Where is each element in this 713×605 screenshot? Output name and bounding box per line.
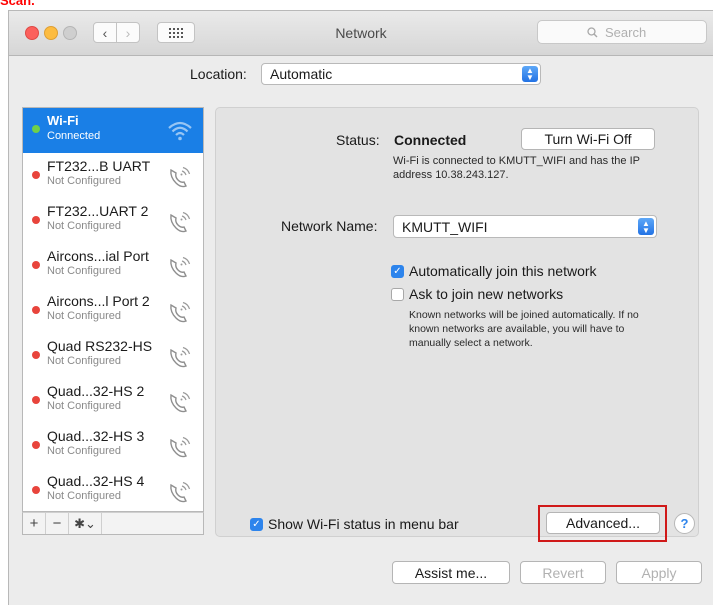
add-service-button[interactable]: +: [23, 513, 46, 534]
auto-join-checkbox[interactable]: ✓ Automatically join this network: [391, 263, 597, 279]
ask-join-label: Ask to join new networks: [409, 286, 564, 302]
service-item[interactable]: Aircons...ial Port Not Configured: [23, 243, 203, 288]
status-label: Status:: [336, 132, 380, 148]
service-name: Quad...32-HS 3: [47, 428, 145, 444]
assist-me-button[interactable]: Assist me...: [392, 561, 510, 584]
phone-icon: [167, 433, 193, 459]
service-name: Quad...32-HS 2: [47, 383, 145, 399]
service-item[interactable]: Quad...32-HS 3 Not Configured: [23, 423, 203, 468]
service-status: Not Configured: [47, 175, 121, 187]
service-name: Wi-Fi: [47, 113, 79, 128]
remove-service-button[interactable]: −: [46, 513, 69, 534]
popup-arrows-icon: ▲ ▼: [522, 66, 538, 82]
show-status-label: Show Wi-Fi status in menu bar: [268, 516, 459, 532]
network-name-popup[interactable]: KMUTT_WIFI ▲ ▼: [393, 215, 657, 238]
service-status: Not Configured: [47, 310, 121, 322]
network-name-value: KMUTT_WIFI: [402, 218, 488, 235]
phone-icon: [167, 343, 193, 369]
status-description: Wi-Fi is connected to KMUTT_WIFI and has…: [393, 155, 640, 181]
checkmark-icon: ✓: [250, 517, 263, 531]
service-name: Aircons...l Port 2: [47, 293, 150, 309]
service-list-toolbar: + − ✱⌄: [22, 512, 204, 535]
status-dot: [32, 441, 40, 449]
service-name: Quad...32-HS 4: [47, 473, 145, 489]
show-wifi-status-checkbox[interactable]: ✓ Show Wi-Fi status in menu bar: [250, 516, 459, 532]
ask-join-description: Known networks will be joined automatica…: [409, 309, 639, 349]
service-status: Not Configured: [47, 265, 121, 277]
wifi-icon: [167, 118, 193, 144]
wifi-detail-panel: Status: Connected Turn Wi-Fi Off Wi-Fi i…: [215, 107, 699, 542]
service-item[interactable]: Quad...32-HS 4 Not Configured: [23, 468, 203, 511]
service-status: Not Configured: [47, 355, 121, 367]
location-popup[interactable]: Automatic ▲ ▼: [261, 63, 541, 85]
help-button[interactable]: ?: [674, 513, 695, 534]
location-label: Location:: [190, 66, 247, 82]
service-item[interactable]: Quad RS232-HS Not Configured: [23, 333, 203, 378]
checkmark-icon: ✓: [391, 264, 404, 278]
cropped-caption: Scan.: [0, 0, 713, 10]
status-dot: [32, 351, 40, 359]
auto-join-label: Automatically join this network: [409, 263, 597, 279]
service-name: Aircons...ial Port: [47, 248, 149, 264]
status-dot: [32, 396, 40, 404]
service-item[interactable]: Wi-Fi Connected: [23, 108, 203, 153]
service-status: Connected: [47, 130, 101, 142]
service-name: FT232...UART 2: [47, 203, 149, 219]
service-item[interactable]: FT232...B UART Not Configured: [23, 153, 203, 198]
service-status: Not Configured: [47, 445, 121, 457]
status-dot: [32, 216, 40, 224]
phone-icon: [167, 478, 193, 504]
advanced-button[interactable]: Advanced...: [546, 512, 660, 534]
search-field[interactable]: [537, 20, 707, 44]
phone-icon: [167, 253, 193, 279]
network-name-label: Network Name:: [281, 218, 378, 234]
service-list: Wi-Fi Connected FT232...B UART Not Configur…: [22, 107, 204, 512]
status-dot: [32, 261, 40, 269]
phone-icon: [167, 163, 193, 189]
service-status: Not Configured: [47, 400, 121, 412]
turn-wifi-off-button[interactable]: Turn Wi-Fi Off: [521, 128, 655, 150]
service-item[interactable]: Aircons...l Port 2 Not Configured: [23, 288, 203, 333]
service-item[interactable]: Quad...32-HS 2 Not Configured: [23, 378, 203, 423]
service-status: Not Configured: [47, 490, 121, 502]
popup-arrows-icon: ▲ ▼: [638, 218, 654, 235]
status-value: Connected: [394, 132, 467, 148]
search-input[interactable]: [603, 23, 657, 41]
service-name: Quad RS232-HS: [47, 338, 153, 354]
cropped-caption-text: Scan.: [0, 0, 35, 8]
service-status: Not Configured: [47, 220, 121, 232]
checkbox-empty-icon: [391, 287, 404, 301]
status-dot: [32, 171, 40, 179]
title-bar: ‹ › Network: [9, 11, 713, 56]
status-dot: [32, 306, 40, 314]
phone-icon: [167, 298, 193, 324]
service-name: FT232...B UART: [47, 158, 151, 174]
status-dot: [32, 486, 40, 494]
phone-icon: [167, 208, 193, 234]
gear-icon[interactable]: ✱⌄: [69, 513, 102, 534]
ask-join-checkbox[interactable]: Ask to join new networks: [391, 286, 563, 302]
location-value: Automatic: [270, 66, 333, 82]
apply-button[interactable]: Apply: [616, 561, 702, 584]
service-item[interactable]: FT232...UART 2 Not Configured: [23, 198, 203, 243]
status-dot: [32, 125, 40, 133]
revert-button[interactable]: Revert: [520, 561, 606, 584]
search-icon: [587, 26, 598, 37]
phone-icon: [167, 388, 193, 414]
